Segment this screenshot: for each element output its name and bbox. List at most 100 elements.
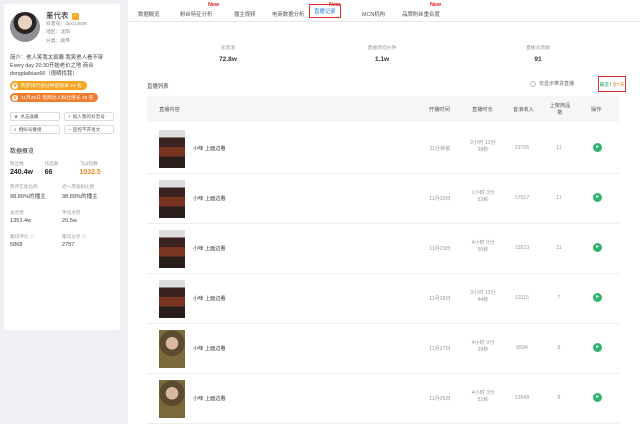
kv-label: 赞评互动比例	[10, 184, 38, 189]
live-items: 8	[557, 395, 561, 401]
live-items: 7	[557, 295, 561, 301]
profile-name: 董代表	[46, 11, 69, 20]
search-icon: ⌕	[14, 127, 17, 132]
favorite-button[interactable]: ★ 点击收藏	[10, 112, 60, 121]
add-account-button[interactable]: + 加入我的抖音号	[64, 112, 114, 121]
verified-badge-icon: ✓	[71, 12, 79, 20]
live-date: 11月26日	[429, 396, 451, 402]
summary-value: 72.8w	[219, 56, 237, 63]
table-row[interactable]: 小咪 上面边看 11分钟前 2小时 13分 38秒 13705 11 ▸	[147, 124, 619, 174]
index-value: 1032.5	[79, 169, 101, 176]
live-thumbnail[interactable]	[159, 280, 185, 318]
live-items: 8	[557, 345, 561, 351]
live-items: 11	[556, 245, 562, 251]
live-thumbnail[interactable]	[159, 380, 185, 418]
column-header: 直播时长	[472, 107, 493, 113]
live-title[interactable]: 小咪 上面边看	[193, 195, 226, 202]
table-row[interactable]: 小咪 上面边看 11月26日 4小时 3分 51秒 13548 8 ▸	[147, 374, 619, 424]
live-date: 11月28日	[429, 296, 451, 302]
rank-badge[interactable]: ★ 购买排行榜分钟前榜单 24 名	[10, 81, 87, 90]
live-duration: 4小时 0分 50秒	[471, 240, 495, 253]
live-title[interactable]: 小咪 上面边看	[193, 145, 226, 152]
range-option-7days[interactable]: 近7天	[612, 81, 624, 88]
add-account-label: 加入我的抖音号	[72, 113, 105, 119]
kv-value: 1351.4w	[10, 218, 32, 224]
kv-label: 集均分享 ⓘ	[62, 234, 87, 239]
live-title[interactable]: 小咪 上面边看	[193, 245, 226, 252]
monitor-label: 监控不开发文	[72, 126, 101, 132]
play-icon[interactable]: ▸	[593, 343, 602, 352]
tab-bar: 数据概览 New 粉丝特征分析 播主视频 电商数据分析 New 直播记录 MCN…	[128, 0, 640, 22]
summary-label: 直播总场数	[526, 46, 550, 51]
column-header: 上架商品数	[549, 103, 571, 116]
new-badge: New	[430, 2, 442, 8]
live-income: 13115	[514, 295, 530, 301]
play-icon[interactable]: ▸	[593, 143, 602, 152]
tab-mcn[interactable]: MCN机构	[362, 10, 385, 18]
column-header: 开播时间	[429, 107, 450, 113]
growth-badge-label: 11月20日 电商达人粉丝增长 49 名	[21, 96, 94, 101]
star-icon: ★	[14, 113, 19, 119]
tab-ecommerce[interactable]: 电商数据分析	[272, 10, 304, 18]
monitor-button[interactable]: ◔ 监控不开发文	[64, 125, 114, 134]
bio-line: Every day 20:30开始老价之地 商合	[10, 63, 94, 69]
tab-overview[interactable]: 数据概览	[138, 10, 160, 18]
table-row[interactable]: 小咪 上面边看 11月29日 4小时 0分 50秒 13523 11 ▸	[147, 224, 619, 274]
trophy-icon: ★	[12, 82, 18, 89]
kv-value: 2757	[62, 242, 75, 248]
live-title[interactable]: 小咪 上面边看	[193, 395, 226, 402]
overview-kv: 赞评互动比例 98.89%的播主 近一周涨粉比例 98.89%的播主 总点赞 1351…	[10, 184, 114, 248]
summary-value: 91	[534, 56, 542, 63]
kv-value: 20.5w	[62, 218, 77, 224]
play-icon[interactable]: ▸	[593, 243, 602, 252]
summary-label: 直播场均分钟	[367, 46, 397, 51]
summary-value: 1.1w	[374, 56, 390, 63]
live-duration: 3小时 12分 44秒	[470, 290, 496, 303]
summary-count: 直播总场数 91	[498, 44, 578, 63]
live-duration: 1小时 3分 52秒	[471, 190, 495, 203]
bio-line: 简介：他人笑我太疯癫 我笑他人看不穿	[10, 55, 104, 61]
kv-label: 总点赞	[10, 210, 24, 215]
play-icon[interactable]: ▸	[593, 393, 602, 402]
similar-accounts-button[interactable]: ⌕ 相似号番组	[10, 125, 60, 134]
live-items: 11	[556, 195, 562, 201]
region: 地区：沈阳	[46, 30, 70, 35]
tab-live-records[interactable]: 直播记录	[309, 4, 341, 18]
kv-label: 近一周涨粉比例	[62, 184, 95, 189]
tab-fans[interactable]: 粉丝特征分析	[180, 10, 212, 18]
live-items: 11	[556, 145, 562, 151]
play-icon[interactable]: ▸	[593, 293, 602, 302]
live-title[interactable]: 小咪 上面边看	[193, 345, 226, 352]
table-row[interactable]: 小咪 上面边看 11月30日 1小时 3分 52秒 17917 11 ▸	[147, 174, 619, 224]
radio-icon[interactable]	[530, 80, 536, 87]
tab-brand-overlap[interactable]: 品牌粉丝重合度	[402, 10, 440, 18]
tab-videos[interactable]: 播主视频	[234, 10, 256, 18]
bio: 简介：他人笑我太疯癫 我笑他人看不穿 Every day 20:30开始老价之地…	[10, 54, 114, 78]
summary-avg: 直播场均分钟 1.1w	[342, 44, 422, 63]
goods-only-filter[interactable]: 仅显示带货直播	[530, 80, 574, 87]
works-value: 66	[44, 169, 53, 176]
live-thumbnail[interactable]	[159, 330, 185, 368]
live-title[interactable]: 小咪 上面边看	[193, 295, 226, 302]
summary-label: 总音浪	[220, 46, 236, 51]
range-option-recent[interactable]: 最近	[599, 81, 609, 88]
table-row[interactable]: 小咪 上面边看 11月27日 4小时 9分 29秒 6594 8 ▸	[147, 324, 619, 374]
live-income: 13523	[514, 245, 530, 251]
category: 分类：搞笑	[46, 38, 70, 44]
kv-value: 98.89%的播主	[10, 194, 46, 200]
date-range-toggle[interactable]: 最近 | 近7天	[598, 76, 626, 92]
favorite-label: 点击收藏	[20, 113, 39, 119]
live-thumbnail[interactable]	[159, 130, 185, 168]
column-header: 音浪收入	[513, 107, 534, 113]
overview-stats: 粉丝数 作品数 飞瓜指数 240.4w 66 1032.5	[10, 161, 114, 176]
live-thumbnail[interactable]	[159, 180, 185, 218]
live-thumbnail[interactable]	[159, 230, 185, 268]
douyin-id: 抖音号：dyxl14606	[46, 21, 88, 27]
kv-label: 平均点赞	[62, 210, 81, 215]
play-icon[interactable]: ▸	[593, 193, 602, 202]
avatar	[10, 12, 40, 42]
fans-value: 240.4w	[10, 169, 33, 176]
growth-badge[interactable]: ★ 11月20日 电商达人粉丝增长 49 名	[10, 93, 99, 102]
table-row[interactable]: 小咪 上面边看 11月28日 3小时 12分 44秒 13115 7 ▸	[147, 274, 619, 324]
profile-actions: ★ 点击收藏 + 加入我的抖音号 ⌕ 相似号番组 ◔ 监控不开发文	[10, 112, 114, 134]
